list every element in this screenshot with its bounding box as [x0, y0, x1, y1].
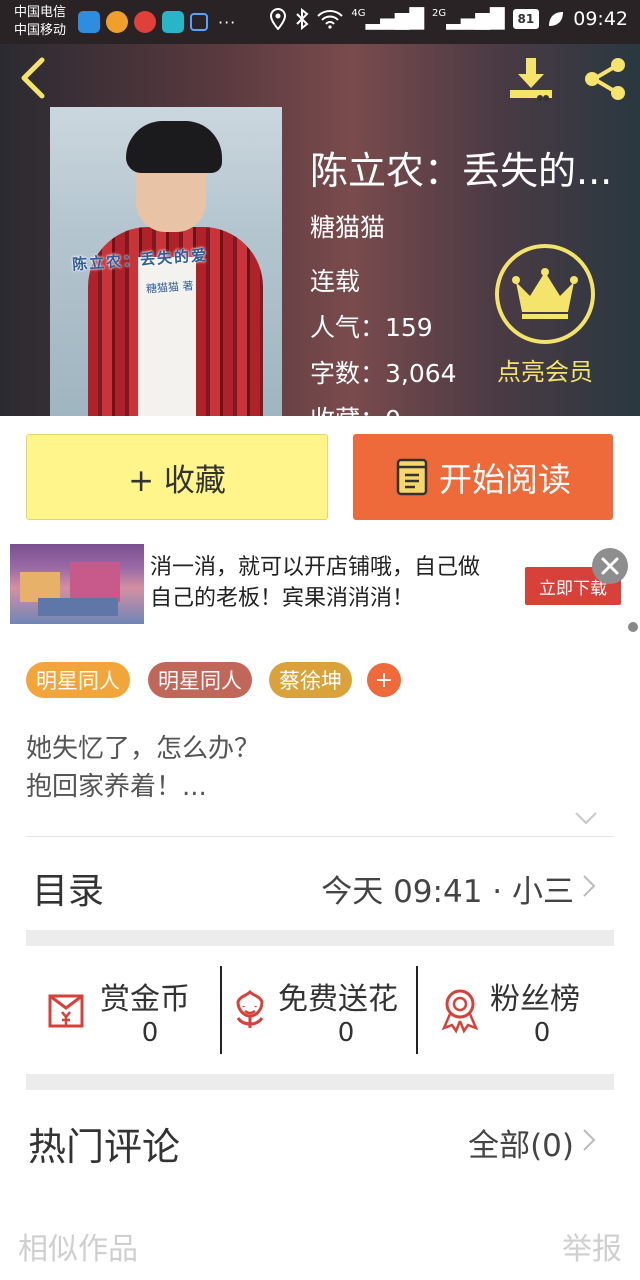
notification-icons: ··· — [78, 11, 236, 33]
book-word-count: 字数：3,064 — [310, 359, 457, 388]
tag-label: 明星同人 — [158, 669, 242, 693]
carrier-1: 中国电信 — [14, 5, 67, 20]
chevron-right-icon — [583, 875, 596, 897]
book-icon — [396, 458, 428, 496]
back-arrow-icon — [21, 57, 45, 99]
carrier-labels: 中国电信 中国移动 — [14, 4, 66, 40]
free-flower-button[interactable]: 免费送花 0 — [222, 966, 418, 1056]
table-of-contents-row[interactable]: 目录 今天 09:41 · 小三 — [26, 838, 614, 930]
book-header: 陈立农：丢失的爱 糖猫猫 著 陈立农：丢失的... 糖猫猫 连载 人气：159 … — [0, 44, 640, 416]
lock-app-icon — [190, 13, 208, 31]
system-indicators: 4G▂▄▆█ 2G▂▄▆█ 81 09:42 — [269, 8, 628, 30]
stat-value: 0 — [533, 1018, 551, 1048]
book-author[interactable]: 糖猫猫 — [310, 208, 385, 244]
report-link[interactable]: 举报 — [562, 1224, 622, 1268]
more-notifications-icon: ··· — [218, 12, 237, 32]
red-envelope-icon — [48, 994, 84, 1028]
signal-1-icon: 4G▂▄▆█ — [351, 8, 424, 30]
tag-item[interactable]: 蔡徐坤 — [269, 662, 352, 698]
tag-item[interactable]: 明星同人 — [26, 662, 130, 698]
shield-app-icon — [78, 11, 100, 33]
reward-coins-button[interactable]: 赏金币 0 — [26, 966, 222, 1056]
chevron-down-icon — [575, 812, 597, 825]
ad-text: 消一消，就可以开店铺哦，自己做自己的老板！宾果消消消！ — [150, 555, 481, 611]
flower-icon — [236, 989, 264, 1028]
clock: 09:42 — [573, 8, 628, 30]
ad-info-icon[interactable] — [628, 622, 638, 632]
stat-label: 赏金币 — [100, 982, 190, 1017]
stat-label: 免费送花 — [278, 982, 398, 1017]
divider — [26, 836, 614, 837]
book-cover[interactable]: 陈立农：丢失的爱 糖猫猫 著 — [50, 107, 282, 416]
intro-line: 她失忆了，怎么办？ — [26, 734, 261, 764]
book-title: 陈立农：丢失的... — [310, 149, 613, 193]
stat-value: 0 — [141, 1018, 159, 1048]
section-separator — [26, 930, 614, 946]
book-favorites: 收藏：0 — [310, 400, 401, 416]
coin-app-icon — [106, 11, 128, 33]
collect-label: + 收藏 — [128, 462, 226, 499]
cover-figure-hair — [126, 121, 222, 173]
vip-badge — [495, 244, 595, 344]
stat-label: 粉丝榜 — [490, 982, 580, 1017]
book-app-icon — [162, 11, 184, 33]
start-reading-button[interactable]: 开始阅读 — [353, 434, 613, 520]
intro-line: 抱回家养着！... — [26, 772, 207, 802]
section-separator — [26, 1074, 614, 1090]
ad-image-shape — [38, 598, 118, 616]
tag-label: 蔡徐坤 — [279, 669, 342, 693]
medal-icon — [441, 989, 479, 1034]
vip-label: 点亮会员 — [497, 358, 593, 386]
cover-author: 糖猫猫 著 — [145, 279, 194, 296]
download-button[interactable] — [506, 54, 556, 104]
add-tag-button[interactable]: + — [367, 663, 401, 697]
ad-image — [10, 544, 144, 624]
bluetooth-icon — [296, 8, 309, 30]
share-button[interactable] — [580, 54, 630, 104]
crown-icon — [512, 268, 578, 319]
back-button[interactable] — [14, 56, 54, 100]
expand-intro-button[interactable] — [574, 810, 598, 826]
read-label: 开始阅读 — [439, 460, 571, 499]
download-icon — [510, 58, 552, 101]
all-comments-link[interactable]: 全部(0) — [468, 1120, 574, 1165]
book-popularity: 人气：159 — [310, 313, 433, 342]
share-icon — [585, 58, 625, 100]
location-icon — [270, 8, 287, 30]
vip-activate-button[interactable]: 点亮会员 — [490, 244, 600, 387]
toc-label: 目录 — [32, 871, 105, 912]
signal-2-icon: 2G▂▄▆█ — [431, 8, 505, 30]
book-status: 连载 — [310, 267, 361, 296]
latest-chapter: 今天 09:41 · 小三 — [321, 874, 574, 910]
hot-comments-row[interactable]: 热门评论 全部(0) — [26, 1106, 614, 1176]
add-to-collection-button[interactable]: + 收藏 — [26, 434, 328, 520]
status-bar: 中国电信 中国移动 ··· 4G▂▄▆█ 2G▂▄▆█ 81 09:42 — [0, 0, 640, 44]
tag-label: 明星同人 — [36, 669, 120, 693]
close-icon — [601, 557, 619, 575]
tag-item[interactable]: 明星同人 — [148, 662, 252, 698]
chevron-right-icon — [583, 1129, 596, 1151]
comments-title: 热门评论 — [28, 1125, 181, 1169]
ad-close-button[interactable] — [592, 548, 628, 584]
fan-ranking-button[interactable]: 粉丝榜 0 — [418, 966, 614, 1056]
carrier-2: 中国移动 — [14, 23, 67, 38]
similar-works-heading: 相似作品 — [18, 1232, 138, 1267]
ad-image-shape — [70, 562, 120, 602]
video-app-icon — [134, 11, 156, 33]
leaf-icon — [549, 12, 564, 26]
stat-value: 0 — [337, 1018, 355, 1048]
wifi-icon — [317, 10, 344, 29]
book-intro[interactable]: 她失忆了，怎么办？ 抱回家养着！... — [26, 730, 606, 806]
battery-indicator: 81 — [512, 9, 540, 29]
